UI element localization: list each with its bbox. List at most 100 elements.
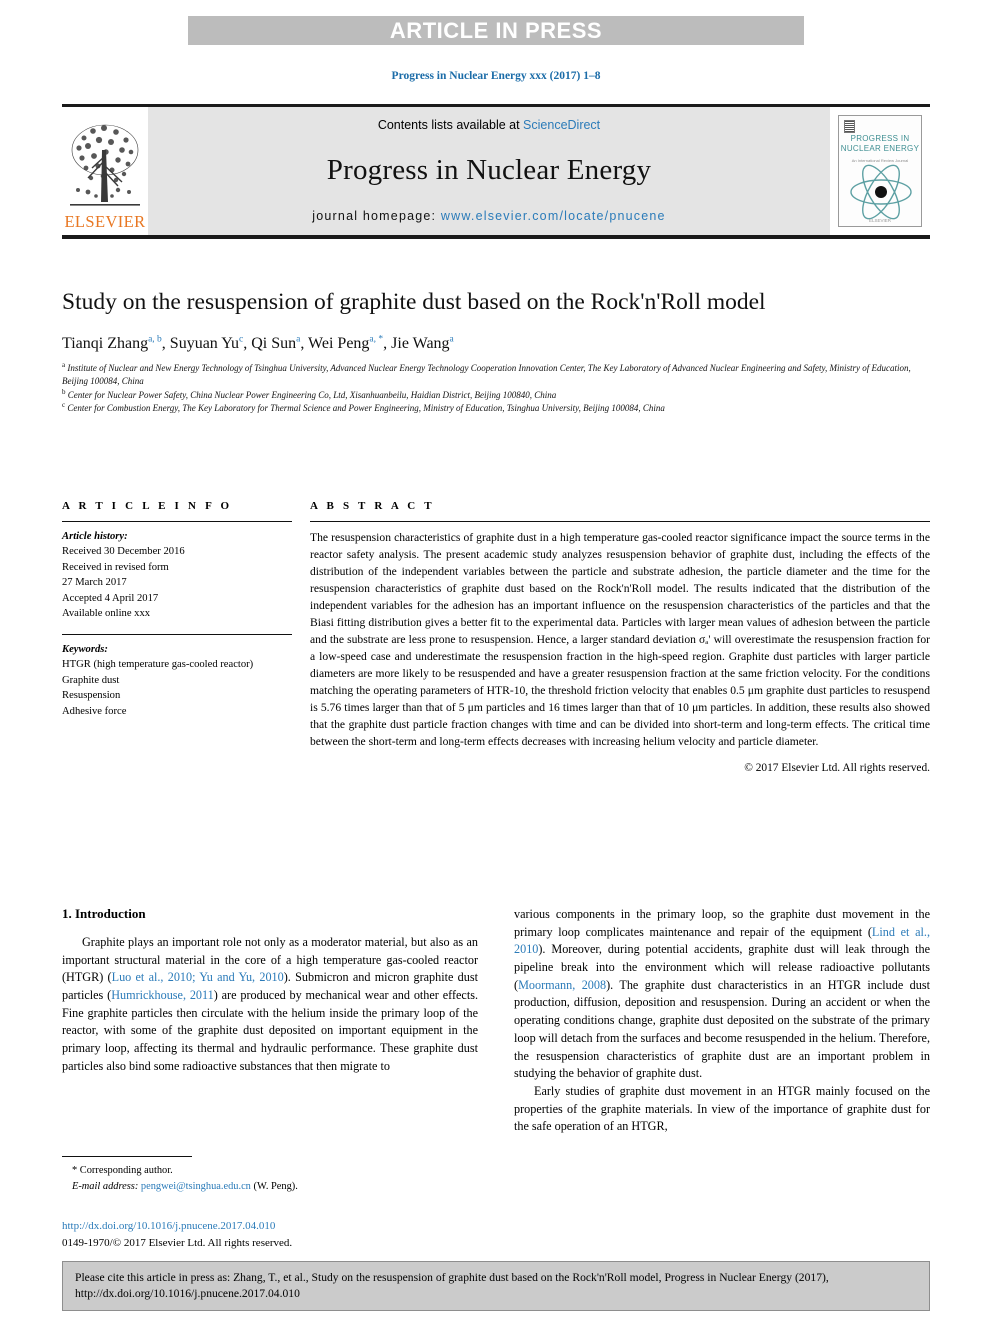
cover-footer-text: ELSEVIER xyxy=(868,218,891,223)
masthead-bottom-rule xyxy=(62,235,930,239)
paragraph-text: various components in the primary loop, … xyxy=(514,907,930,939)
author-name: Qi Sun xyxy=(251,334,297,352)
section-heading-introduction: 1. Introduction xyxy=(62,906,146,921)
history-item: Accepted 4 April 2017 xyxy=(62,592,159,604)
author-separator: , xyxy=(300,334,309,352)
keyword-item: Adhesive force xyxy=(62,705,127,717)
author-separator: , xyxy=(161,334,170,352)
article-in-press-banner: ARTICLE IN PRESS xyxy=(188,16,804,45)
affiliation-mark: a xyxy=(62,360,66,369)
author-entry: Suyuan Yuc, xyxy=(170,335,251,352)
author-name: Tianqi Zhang xyxy=(62,334,149,352)
cover-mini-logo-icon xyxy=(844,120,855,133)
abstract-text: The resuspension characteristics of grap… xyxy=(310,531,930,749)
citation-link[interactable]: Humrickhouse, 2011 xyxy=(111,988,214,1002)
citation-link[interactable]: Luo et al., 2010; Yu and Yu, 2010 xyxy=(112,970,284,984)
email-suffix: (W. Peng). xyxy=(253,1180,298,1192)
journal-cover-thumbnail: PROGRESS IN NUCLEAR ENERGY An Internatio… xyxy=(830,107,930,235)
affiliation-item: b Center for Nuclear Power Safety, China… xyxy=(62,388,922,402)
author-entry: Qi Suna, xyxy=(251,335,308,352)
affiliation-mark: c xyxy=(62,401,66,410)
journal-homepage-url[interactable]: www.elsevier.com/locate/pnucene xyxy=(441,209,666,223)
abstract-copyright: © 2017 Elsevier Ltd. All rights reserved… xyxy=(744,762,930,775)
intro-paragraph-right-2: Early studies of graphite dust movement … xyxy=(514,1083,930,1134)
elsevier-tree-icon xyxy=(70,124,140,206)
body-column-left: 1. Introduction Graphite plays an import… xyxy=(62,906,478,1136)
email-link[interactable]: pengwei@tsinghua.edu.cn xyxy=(141,1181,251,1192)
contents-prefix: Contents lists available at xyxy=(377,118,524,132)
keywords-block: Keywords: HTGR (high temperature gas-coo… xyxy=(62,642,292,719)
citation-link[interactable]: Moormann, 2008 xyxy=(518,978,606,992)
page-title: Study on the resuspension of graphite du… xyxy=(62,289,766,315)
homepage-prefix: journal homepage: xyxy=(312,209,441,223)
author-entry: Tianqi Zhanga, b, xyxy=(62,335,170,352)
elsevier-logo: ELSEVIER xyxy=(62,107,148,235)
author-separator: , xyxy=(243,334,252,352)
cite-this-article-text: Please cite this article in press as: Zh… xyxy=(75,1271,829,1301)
author-affiliation-mark[interactable]: a, b xyxy=(148,335,162,345)
footnote-rule xyxy=(62,1156,192,1157)
email-note: E-mail address: pengwei@tsinghua.edu.cn … xyxy=(62,1179,478,1195)
sciencedirect-link[interactable]: ScienceDirect xyxy=(523,118,600,132)
article-info-rule xyxy=(62,521,292,522)
email-label: E-mail address: xyxy=(72,1180,139,1192)
cover-image: PROGRESS IN NUCLEAR ENERGY An Internatio… xyxy=(838,115,922,227)
keyword-item: HTGR (high temperature gas-cooled reacto… xyxy=(62,659,254,671)
cover-subtitle-text: An International Review Journal xyxy=(851,158,909,163)
doi-link[interactable]: http://dx.doi.org/10.1016/j.pnucene.2017… xyxy=(62,1218,492,1235)
author-entry: Jie Wanga xyxy=(391,335,454,352)
author-name: Suyuan Yu xyxy=(169,334,239,352)
journal-reference-line: Progress in Nuclear Energy xxx (2017) 1–… xyxy=(391,70,601,82)
article-info-heading: A R T I C L E I N F O xyxy=(62,500,233,512)
history-item: Received 30 December 2016 xyxy=(62,546,185,558)
keywords-rule xyxy=(62,633,292,635)
affiliation-text: Center for Nuclear Power Safety, China N… xyxy=(67,389,557,400)
affiliation-item: a Institute of Nuclear and New Energy Te… xyxy=(62,361,922,388)
abstract-heading: A B S T R A C T xyxy=(310,500,435,512)
author-affiliation-mark[interactable]: a, * xyxy=(369,335,383,345)
footnote-block: * Corresponding author. E-mail address: … xyxy=(62,1156,478,1194)
body-columns: 1. Introduction Graphite plays an import… xyxy=(62,906,930,1136)
history-item: Available online xxx xyxy=(62,608,151,620)
affiliation-text: Center for Combustion Energy, The Key La… xyxy=(67,403,665,414)
paragraph-text: ). The graphite dust characteristics in … xyxy=(514,977,930,1081)
author-name: Wei Peng xyxy=(308,334,370,352)
affiliation-item: c Center for Combustion Energy, The Key … xyxy=(62,401,922,415)
keyword-item: Graphite dust xyxy=(62,674,120,686)
keywords-label: Keywords: xyxy=(62,643,108,655)
journal-masthead: ELSEVIER Contents lists available at Sci… xyxy=(62,104,930,239)
history-item: 27 March 2017 xyxy=(62,577,127,589)
article-in-press-label: ARTICLE IN PRESS xyxy=(389,17,603,43)
abstract-rule xyxy=(310,521,930,522)
atom-icon xyxy=(850,164,912,220)
history-item: Received in revised form xyxy=(62,561,169,573)
corresponding-author-note: * Corresponding author. xyxy=(72,1165,173,1176)
body-column-right: various components in the primary loop, … xyxy=(514,906,930,1136)
title-author-block: Study on the resuspension of graphite du… xyxy=(62,288,911,415)
affiliation-text: Institute of Nuclear and New Energy Tech… xyxy=(62,362,911,386)
author-list: Tianqi Zhanga, b, Suyuan Yuc, Qi Suna, W… xyxy=(62,335,862,353)
intro-paragraph-left: Graphite plays an important role not onl… xyxy=(62,934,478,1076)
article-info-column: A R T I C L E I N F O Article history: R… xyxy=(62,500,310,774)
author-entry: Wei Penga, *, xyxy=(308,335,391,352)
author-affiliation-mark[interactable]: a xyxy=(450,335,454,345)
cover-title-text: PROGRESS IN NUCLEAR ENERGY xyxy=(840,134,920,153)
journal-homepage-line: journal homepage: www.elsevier.com/locat… xyxy=(312,209,665,223)
article-history-block: Article history: Received 30 December 20… xyxy=(62,529,292,622)
cite-this-article-box: Please cite this article in press as: Zh… xyxy=(62,1261,930,1311)
author-separator: , xyxy=(383,334,392,352)
article-history-label: Article history: xyxy=(62,531,128,542)
author-name: Jie Wang xyxy=(391,334,450,352)
affiliation-list: a Institute of Nuclear and New Energy Te… xyxy=(62,361,922,415)
issn-copyright-line: 0149-1970/© 2017 Elsevier Ltd. All right… xyxy=(62,1236,293,1249)
journal-title: Progress in Nuclear Energy xyxy=(326,154,652,186)
elsevier-wordmark: ELSEVIER xyxy=(64,211,146,231)
contents-available-line: Contents lists available at ScienceDirec… xyxy=(378,118,600,132)
masthead-center-panel: Contents lists available at ScienceDirec… xyxy=(148,107,830,235)
doi-block: http://dx.doi.org/10.1016/j.pnucene.2017… xyxy=(62,1218,492,1251)
affiliation-mark: b xyxy=(62,387,66,396)
abstract-column: A B S T R A C T The resuspension charact… xyxy=(310,500,930,774)
intro-paragraph-right: various components in the primary loop, … xyxy=(514,906,930,1083)
info-abstract-section: A R T I C L E I N F O Article history: R… xyxy=(62,500,930,774)
keyword-item: Resuspension xyxy=(62,690,121,702)
